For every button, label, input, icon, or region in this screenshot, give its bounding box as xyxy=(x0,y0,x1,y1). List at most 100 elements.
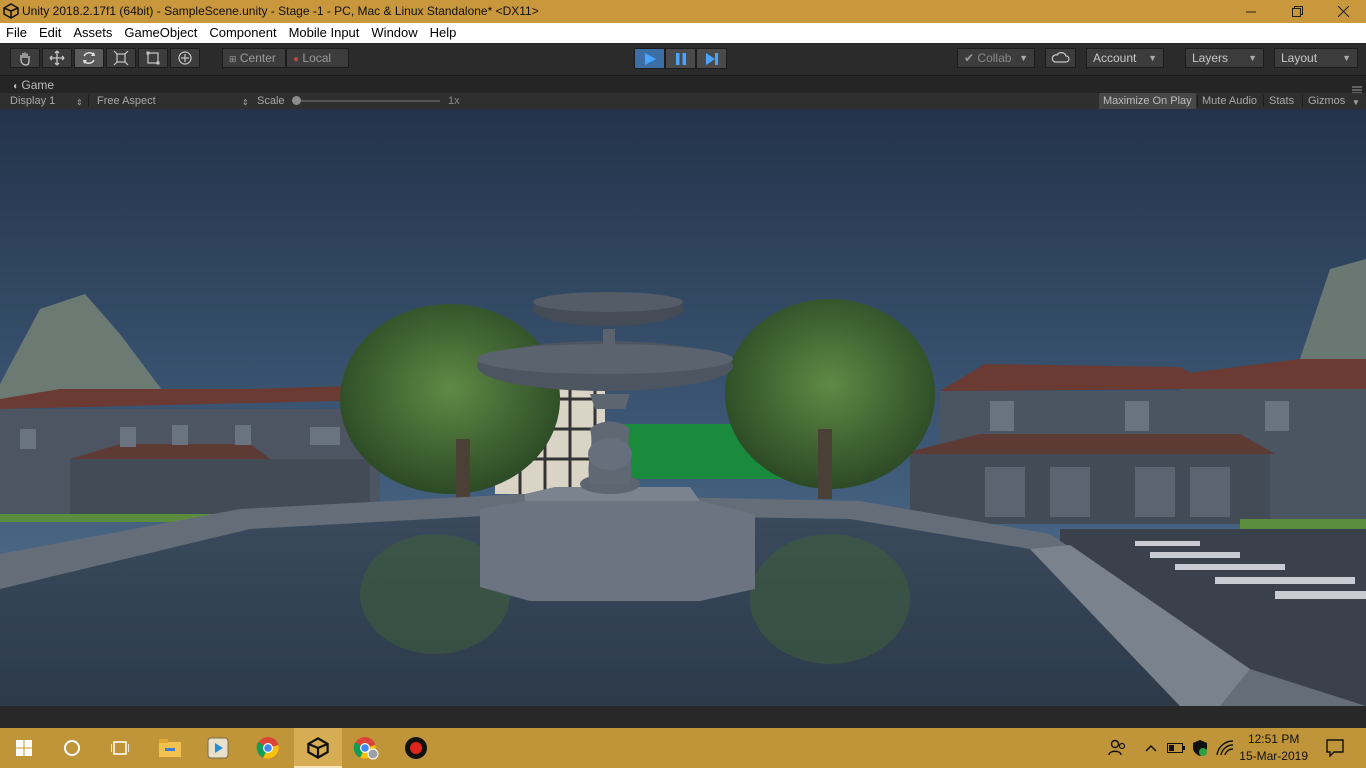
cloud-button[interactable] xyxy=(1045,48,1076,68)
file-explorer-button[interactable] xyxy=(146,728,194,768)
move-tool-button[interactable] xyxy=(42,48,72,68)
rotate-tool-button[interactable] xyxy=(74,48,104,68)
restore-icon xyxy=(1291,6,1303,17)
pivot-center-icon: ⊞ xyxy=(229,54,237,64)
pivot-space-toggle[interactable]: ● Local xyxy=(286,48,349,68)
scale-value: 1x xyxy=(448,95,460,107)
layout-dropdown[interactable]: Layout ▼ xyxy=(1274,48,1358,68)
scale-tool-button[interactable] xyxy=(106,48,136,68)
game-view-controls: Display 1 ⇕ Free Aspect ⇕ Scale 1x Maxim… xyxy=(0,93,1366,109)
chevron-down-icon: ▼ xyxy=(1248,53,1257,63)
main-toolbar: ⊞ Center ● Local ✔ Collab ▼ Account ▼ La… xyxy=(0,43,1366,75)
menu-help[interactable]: Help xyxy=(424,23,463,43)
scale-slider[interactable] xyxy=(292,96,440,105)
show-hidden-icons-button[interactable] xyxy=(1141,728,1161,768)
chrome-profile-button[interactable] xyxy=(342,728,390,768)
panel-menu-icon[interactable] xyxy=(1352,80,1362,94)
layers-dropdown[interactable]: Layers ▼ xyxy=(1185,48,1264,68)
step-button[interactable] xyxy=(696,48,727,69)
menu-gameobject[interactable]: GameObject xyxy=(118,23,203,43)
collab-check-icon: ✔ xyxy=(964,51,975,65)
game-scene xyxy=(0,109,1366,706)
taskbar: 12:51 PM 15-Mar-2019 xyxy=(0,728,1366,768)
restore-button[interactable] xyxy=(1274,0,1320,23)
menu-edit[interactable]: Edit xyxy=(33,23,67,43)
recorder-icon xyxy=(405,737,427,759)
gizmos-toggle[interactable]: Gizmos xyxy=(1308,94,1345,108)
wifi-icon xyxy=(1216,740,1234,756)
menu-component[interactable]: Component xyxy=(203,23,282,43)
game-viewport[interactable] xyxy=(0,109,1366,706)
collab-dropdown[interactable]: ✔ Collab ▼ xyxy=(957,48,1035,68)
hand-icon xyxy=(20,52,30,66)
chevron-down-icon: ▼ xyxy=(1342,53,1351,63)
display-label: Display 1 xyxy=(10,95,56,107)
chrome-profile-icon xyxy=(353,737,379,760)
task-view-icon xyxy=(111,741,129,755)
play-icon xyxy=(644,52,656,65)
menu-assets[interactable]: Assets xyxy=(67,23,118,43)
tab-game[interactable]: ◖ Game xyxy=(4,76,62,94)
separator xyxy=(1302,95,1303,107)
cortana-button[interactable] xyxy=(48,728,96,768)
scale-slider-thumb[interactable] xyxy=(292,96,301,105)
minimize-icon xyxy=(1246,11,1256,12)
chrome-icon xyxy=(256,737,279,759)
chevron-up-icon xyxy=(1145,744,1157,752)
defender-button[interactable] xyxy=(1189,728,1211,768)
houses-right xyxy=(900,359,1366,539)
minimize-button[interactable] xyxy=(1228,0,1274,23)
stats-toggle[interactable]: Stats xyxy=(1269,94,1294,108)
layers-label: Layers xyxy=(1192,51,1229,65)
account-dropdown[interactable]: Account ▼ xyxy=(1086,48,1164,68)
action-center-button[interactable] xyxy=(1320,728,1350,768)
aspect-select[interactable]: Free Aspect xyxy=(97,94,156,108)
task-view-button[interactable] xyxy=(96,728,144,768)
mute-audio-toggle[interactable]: Mute Audio xyxy=(1202,94,1257,108)
scale-icon xyxy=(113,50,129,66)
chevron-down-icon: ▼ xyxy=(1352,98,1360,107)
chrome-button[interactable] xyxy=(244,728,292,768)
chevron-down-icon: ▼ xyxy=(1148,53,1157,63)
display-select[interactable]: Display 1 xyxy=(10,94,55,108)
menu-window[interactable]: Window xyxy=(365,23,423,43)
battery-button[interactable] xyxy=(1165,728,1187,768)
maximize-on-play-toggle[interactable]: Maximize On Play xyxy=(1099,93,1196,109)
file-explorer-icon xyxy=(159,739,181,757)
gizmos-label: Gizmos xyxy=(1308,95,1346,107)
cloud-icon xyxy=(1051,52,1070,63)
window-title: Unity 2018.2.17f1 (64bit) - SampleScene.… xyxy=(22,4,539,18)
aspect-select-arrows-icon: ⇕ xyxy=(242,98,249,107)
recorder-button[interactable] xyxy=(392,728,440,768)
clock[interactable]: 12:51 PM 15-Mar-2019 xyxy=(1239,731,1308,765)
unity-taskbar-button[interactable] xyxy=(294,728,342,768)
layout-label: Layout xyxy=(1281,51,1318,65)
move-icon xyxy=(49,50,65,66)
media-player-button[interactable] xyxy=(194,728,242,768)
people-button[interactable] xyxy=(1104,728,1130,768)
hand-tool-button[interactable] xyxy=(10,48,40,68)
rect-tool-button[interactable] xyxy=(138,48,168,68)
unity-logo-icon xyxy=(3,3,19,19)
rotate-icon xyxy=(83,52,95,64)
people-icon xyxy=(1108,739,1126,756)
separator xyxy=(1197,95,1198,107)
status-bar xyxy=(0,706,1366,728)
media-player-icon xyxy=(207,737,229,759)
start-button[interactable] xyxy=(0,728,48,768)
wifi-button[interactable] xyxy=(1214,728,1236,768)
transform-tool-button[interactable] xyxy=(170,48,200,68)
separator xyxy=(88,95,89,107)
pivot-mode-toggle[interactable]: ⊞ Center xyxy=(222,48,286,68)
game-controller-icon: ◖ xyxy=(12,81,19,92)
close-button[interactable] xyxy=(1320,0,1366,23)
pause-button[interactable] xyxy=(665,48,696,69)
menu-bar: File Edit Assets GameObject Component Mo… xyxy=(0,23,1366,43)
play-button[interactable] xyxy=(634,48,665,69)
rect-tool-icon xyxy=(146,51,160,65)
shield-icon xyxy=(1193,740,1207,756)
menu-file[interactable]: File xyxy=(0,23,33,43)
game-tab-bar: ◖ Game xyxy=(0,75,1366,94)
clock-date: 15-Mar-2019 xyxy=(1239,749,1308,763)
menu-mobile-input[interactable]: Mobile Input xyxy=(283,23,366,43)
